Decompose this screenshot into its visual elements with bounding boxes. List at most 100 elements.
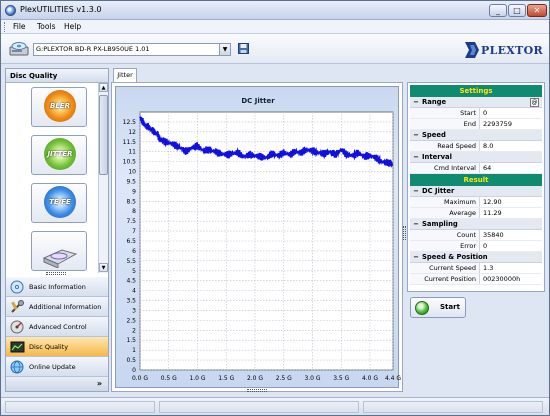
left-panel-header: Disc Quality: [6, 69, 108, 83]
result-header: Result: [410, 174, 542, 186]
close-button[interactable]: ✕: [527, 4, 547, 17]
bottom-splitter-grip[interactable]: [247, 389, 267, 392]
globe-icon: [10, 360, 24, 374]
minimize-button[interactable]: _: [489, 4, 507, 17]
y-tick-label: 12: [128, 129, 136, 136]
nav-item-disc-quality[interactable]: Disc Quality: [6, 337, 108, 357]
tab-strip: Jitter: [111, 68, 401, 83]
collapse-icon[interactable]: −: [412, 152, 420, 163]
start-value[interactable]: 0: [480, 108, 542, 118]
error-label: Error: [410, 241, 480, 251]
dc-jitter-section[interactable]: − DC Jitter: [410, 186, 542, 197]
average-value: 11.29: [483, 209, 502, 217]
nav-item-basic-information[interactable]: Basic Information: [6, 277, 108, 297]
tab-jitter[interactable]: Jitter: [113, 68, 137, 83]
y-tick-label: 4.5: [126, 278, 136, 285]
quality-list-scrollbar[interactable]: ▲ ▼: [98, 83, 108, 273]
y-tick-label: 6: [132, 248, 136, 255]
disc-info-icon: [10, 280, 24, 294]
menu-bar: File Tools Help: [1, 20, 549, 34]
maximize-button[interactable]: □: [508, 4, 526, 17]
speed-section[interactable]: − Speed: [410, 130, 542, 141]
scroll-thumb[interactable]: [99, 95, 108, 175]
app-icon: [5, 5, 16, 16]
menu-tools[interactable]: Tools: [37, 22, 55, 31]
maximum-value: 12.90: [483, 198, 502, 206]
at-icon[interactable]: @: [530, 98, 539, 107]
chart-panel: DC Jitter 0 0.5 1 1.5 2 2.5 3 3.5 4 4.5 5 5.5 6 6.5 7 7…: [111, 82, 403, 392]
cmd-interval-value[interactable]: 64: [480, 163, 542, 173]
nav-item-advanced-control[interactable]: Advanced Control: [6, 317, 108, 337]
left-splitter-grip[interactable]: [46, 272, 66, 275]
chevron-down-icon[interactable]: ▼: [219, 44, 230, 55]
sampling-section[interactable]: − Sampling: [410, 219, 542, 230]
nav-item-label: Advanced Control: [29, 323, 87, 331]
collapse-icon[interactable]: −: [412, 186, 420, 197]
cmd-interval-row[interactable]: Cmd Interval 64: [410, 163, 542, 174]
vertical-splitter-grip[interactable]: [403, 226, 406, 240]
end-value[interactable]: 2293759: [480, 119, 542, 129]
settings-header: Settings: [410, 85, 542, 97]
read-speed-label: Read Speed: [410, 141, 480, 151]
y-tick-label: 10.5: [123, 159, 137, 166]
drive-select-value: G:PLEXTOR BD-R PX-LB950UE 1.01: [36, 45, 150, 53]
x-tick-label: 3.0 G: [304, 375, 320, 382]
maximum-row: Maximum 12.90: [410, 197, 542, 208]
bler-button[interactable]: BLER: [31, 87, 87, 127]
start-button[interactable]: Start: [410, 297, 466, 318]
start-button-label: Start: [440, 303, 460, 311]
start-row[interactable]: Start 0: [410, 108, 542, 119]
y-tick-label: 0: [132, 367, 136, 374]
x-tick-label: 0.0 G: [132, 375, 148, 382]
status-segment: [5, 401, 155, 413]
plextor-logo-text: PLEXTOR: [481, 44, 543, 57]
interval-section-label: Interval: [422, 153, 452, 161]
current-position-label: Current Position: [410, 274, 480, 284]
read-speed-row[interactable]: Read Speed 8.0: [410, 141, 542, 152]
interval-section[interactable]: − Interval: [410, 152, 542, 163]
left-panel: Disc Quality BLER JITTER TE/FE ▲ ▼ Basic…: [5, 68, 109, 392]
tefe-button[interactable]: TE/FE: [31, 183, 87, 223]
optical-drive-icon: [9, 42, 29, 56]
title-bar[interactable]: PlexUTILITIES v1.3.0 _ □ ✕: [1, 1, 549, 20]
count-label: Count: [410, 230, 480, 240]
nav-item-additional-information[interactable]: Additional Information: [6, 297, 108, 317]
y-tick-label: 8.5: [126, 198, 136, 205]
y-tick-label: 9: [132, 188, 136, 195]
save-icon[interactable]: [238, 43, 249, 54]
drive-tray-icon: [42, 249, 78, 268]
disc-quality-icon: [10, 341, 25, 353]
y-tick-label: 6.5: [126, 238, 136, 245]
x-tick-label: 1.5 G: [218, 375, 234, 382]
speed-section-label: Speed: [422, 131, 446, 139]
collapse-icon[interactable]: −: [412, 219, 420, 230]
x-tick-label: 2.0 G: [247, 375, 263, 382]
collapse-icon[interactable]: −: [412, 252, 420, 263]
jitter-button[interactable]: JITTER: [31, 135, 87, 175]
maximum-label: Maximum: [410, 197, 480, 207]
collapse-icon[interactable]: −: [412, 97, 420, 108]
x-tick-label: 1.0 G: [189, 375, 205, 382]
menu-help[interactable]: Help: [64, 22, 81, 31]
average-label: Average: [410, 208, 480, 218]
nav-item-label: Disc Quality: [29, 343, 69, 351]
scroll-down-icon[interactable]: ▼: [99, 263, 108, 272]
nav-item-online-update[interactable]: Online Update: [6, 357, 108, 377]
end-row[interactable]: End 2293759: [410, 119, 542, 130]
bler-label: BLER: [50, 102, 70, 110]
drive-test-button[interactable]: [31, 231, 87, 271]
y-tick-label: 3.5: [126, 298, 136, 305]
current-position-row: Current Position 00230000h: [410, 274, 542, 285]
range-section-label: Range: [422, 98, 447, 106]
collapse-icon[interactable]: −: [412, 130, 420, 141]
x-tick-label: 3.5 G: [333, 375, 349, 382]
read-speed-value[interactable]: 8.0: [480, 141, 542, 151]
drive-select[interactable]: G:PLEXTOR BD-R PX-LB950UE 1.01 ▼: [33, 43, 231, 56]
scroll-up-icon[interactable]: ▲: [99, 83, 108, 92]
speed-position-section[interactable]: − Speed & Position: [410, 252, 542, 263]
menu-file[interactable]: File: [13, 22, 26, 31]
y-tick-label: 4: [132, 288, 136, 295]
expand-chevron-icon[interactable]: »: [97, 379, 102, 388]
range-section[interactable]: − Range @: [410, 97, 542, 108]
x-tick-label: 4.4 G: [385, 375, 401, 382]
